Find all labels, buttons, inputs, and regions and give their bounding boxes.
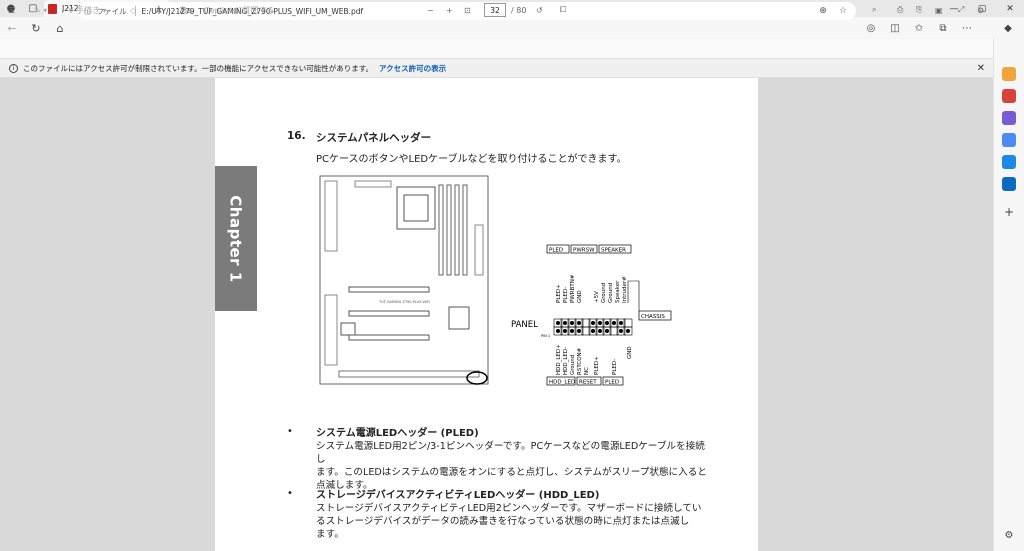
pin-rstcon: RSTCON# — [577, 347, 583, 375]
edge-sidebar: + ⚙ — [993, 39, 1024, 551]
refresh-icon[interactable]: ↻ — [24, 17, 48, 39]
pin-hdd-led-plus: HDD_LED+ — [556, 344, 562, 375]
zoom-icon[interactable]: ⊕ — [814, 2, 832, 20]
pled-description: システム電源LED用2ピン/3-1ピンヘッダーです。PCケースなどの電源LEDケ… — [316, 440, 711, 492]
hdd-line-2: るストレージデバイスがデータの読み書きを行なっている状態の時に点灯または点滅し — [316, 516, 690, 527]
pdf-file-icon — [48, 3, 57, 14]
group-pled-top: PLED — [549, 248, 563, 254]
board-label: TUF GAMING Z790-PLUS WIFI — [378, 300, 430, 304]
page-total: / 80 — [511, 5, 527, 15]
group-hdd-led: HDD_LED — [549, 380, 575, 386]
hdd-line-3: ます。 — [316, 529, 344, 540]
pin-ground-3: Ground — [570, 355, 576, 375]
settings-gear-icon[interactable]: ⚙ — [977, 0, 984, 20]
bullet-1: • — [287, 426, 293, 437]
translate-button[interactable]: あa — [179, 0, 192, 20]
add-sidebar-icon[interactable]: + — [1002, 205, 1016, 219]
chapter-tab: Chapter 1 — [215, 166, 257, 311]
hdd-led-heading: ストレージデバイスアクティビティLEDヘッダー (HDD_LED) — [316, 490, 600, 501]
pdf-page: Chapter 1 16. システムパネルヘッダー PCケースのボタンやLEDケ… — [215, 78, 758, 551]
search-sidebar-icon[interactable] — [1002, 67, 1016, 81]
group-pwrsw: PWRSW — [573, 248, 595, 254]
back-icon[interactable]: ← — [0, 17, 24, 39]
draw-button[interactable]: ∀ 手描き ▾ — [68, 0, 107, 20]
pin-nc: NC — [584, 367, 590, 375]
pin-speaker: Speaker — [615, 280, 621, 303]
pin-intruder: Intruder# — [622, 276, 628, 303]
pled-line-2: ます。このLEDはシステムの電源をオンにすると点灯し、システムがスリープ状態に入… — [316, 467, 707, 478]
read-aloud-button[interactable]: Â — [156, 0, 161, 20]
more-icon[interactable]: ⋯ — [956, 17, 978, 39]
save-icon[interactable]: ▣ — [935, 0, 943, 20]
chapter-label: Chapter 1 — [227, 194, 246, 283]
draw-label: 手描き — [76, 5, 101, 15]
fullscreen-icon[interactable]: ⤢ — [958, 0, 964, 20]
pin-hdd-led-minus: HDD_LED- — [563, 347, 569, 375]
zoom-out-icon[interactable]: − — [427, 0, 434, 20]
page-view-icon[interactable]: ⧠ — [560, 0, 566, 20]
chassis-label: CHASSIS — [641, 314, 665, 320]
print-icon[interactable]: ⎙ — [897, 0, 903, 20]
contents-icon[interactable]: ☰ — [8, 0, 15, 20]
tools-icon[interactable] — [1002, 111, 1016, 125]
pin1-label: PIN 1 — [541, 334, 550, 338]
split-screen-icon[interactable]: ◫ — [884, 17, 906, 39]
section-title: システムパネルヘッダー — [316, 132, 432, 144]
panel-label: PANEL — [511, 320, 538, 330]
extensions-icon[interactable]: ◎ — [860, 17, 882, 39]
games-icon[interactable] — [1002, 133, 1016, 147]
zoom-in-icon[interactable]: + — [446, 0, 453, 20]
group-reset: RESET — [579, 380, 597, 386]
hdd-line-1: ストレージデバイスアクティビティLED用2ピンヘッダーです。マザーボードに接続し… — [316, 503, 702, 514]
copilot-icon[interactable]: ◆ — [997, 17, 1019, 39]
pin-ground-1: Ground — [601, 283, 607, 303]
permission-infobar: i このファイルにはアクセス許可が制限されています。一部の機能にアクセスできない… — [0, 59, 993, 78]
pin-pled-minus-2: PLED- — [612, 359, 618, 375]
pin-gnd-chassis: GND — [627, 346, 633, 359]
pin-ground-2: Ground — [608, 283, 614, 303]
infobar-message: このファイルにはアクセス許可が制限されています。一部の機能にアクセスできない可能… — [23, 63, 374, 73]
pdf-viewer[interactable]: Chapter 1 16. システムパネルヘッダー PCケースのボタンやLEDケ… — [0, 78, 993, 551]
infobar-close-icon[interactable]: ✕ — [977, 63, 985, 74]
group-speaker: SPEAKER — [601, 248, 626, 254]
office-icon[interactable] — [1002, 155, 1016, 169]
fit-page-icon[interactable]: ⊡ — [464, 0, 471, 20]
pin-pled-plus: PLED+ — [556, 284, 562, 303]
pled-heading: システム電源LEDヘッダー (PLED) — [316, 428, 479, 439]
section-description: PCケースのボタンやLEDケーブルなどを取り付けることができます。 — [316, 154, 627, 165]
info-icon: i — [9, 63, 18, 73]
motherboard-diagram: TUF GAMING Z790-PLUS WIFI — [319, 175, 489, 385]
search-icon[interactable]: ⌕ — [872, 0, 876, 20]
draw-icon: ∀ — [68, 5, 77, 15]
shopping-icon[interactable] — [1002, 89, 1016, 103]
favorites-icon[interactable]: ✩ — [908, 17, 930, 39]
pin-gnd: GND — [577, 290, 583, 303]
page-number-input[interactable]: 32 — [484, 3, 506, 17]
pin-pled-minus: PLED- — [563, 287, 569, 303]
favorite-star-icon[interactable]: ☆ — [834, 2, 852, 20]
group-pled-bottom: PLED — [605, 380, 619, 386]
collections-icon[interactable]: ⧉ — [932, 17, 954, 39]
pin-pwrbtn: PWRBTN# — [570, 274, 576, 303]
panel-pin-diagram: PLED PWRSW SPEAKER PLED+ PLED- PWRBTN# G… — [511, 244, 672, 386]
bullet-2: • — [287, 488, 293, 499]
eraser-icon[interactable]: ◇ — [130, 0, 136, 20]
pin-pled-plus-2: PLED+ — [594, 356, 600, 375]
section-number: 16. — [287, 130, 306, 142]
hdd-led-description: ストレージデバイスアクティビティLED用2ピンヘッダーです。マザーボードに接続し… — [316, 502, 711, 541]
sidebar-settings-icon[interactable]: ⚙ — [1002, 529, 1016, 543]
home-icon[interactable]: ⌂ — [48, 17, 72, 39]
save-as-icon[interactable]: ⎘ — [916, 0, 922, 20]
pin-5v: +5V — [594, 291, 600, 303]
close-window-button[interactable]: ✕ — [996, 0, 1024, 17]
pdf-toolbar — [0, 39, 993, 59]
rotate-icon[interactable]: ↺ — [536, 0, 543, 20]
outlook-icon[interactable] — [1002, 177, 1016, 191]
view-permissions-link[interactable]: アクセス許可の表示 — [379, 63, 446, 74]
copilot-ask-button[interactable]: Copilot に質問する — [204, 0, 275, 20]
pled-line-1: システム電源LED用2ピン/3-1ピンヘッダーです。PCケースなどの電源LEDケ… — [316, 441, 705, 465]
highlight-icon[interactable]: ✎ ▾ — [34, 0, 47, 20]
